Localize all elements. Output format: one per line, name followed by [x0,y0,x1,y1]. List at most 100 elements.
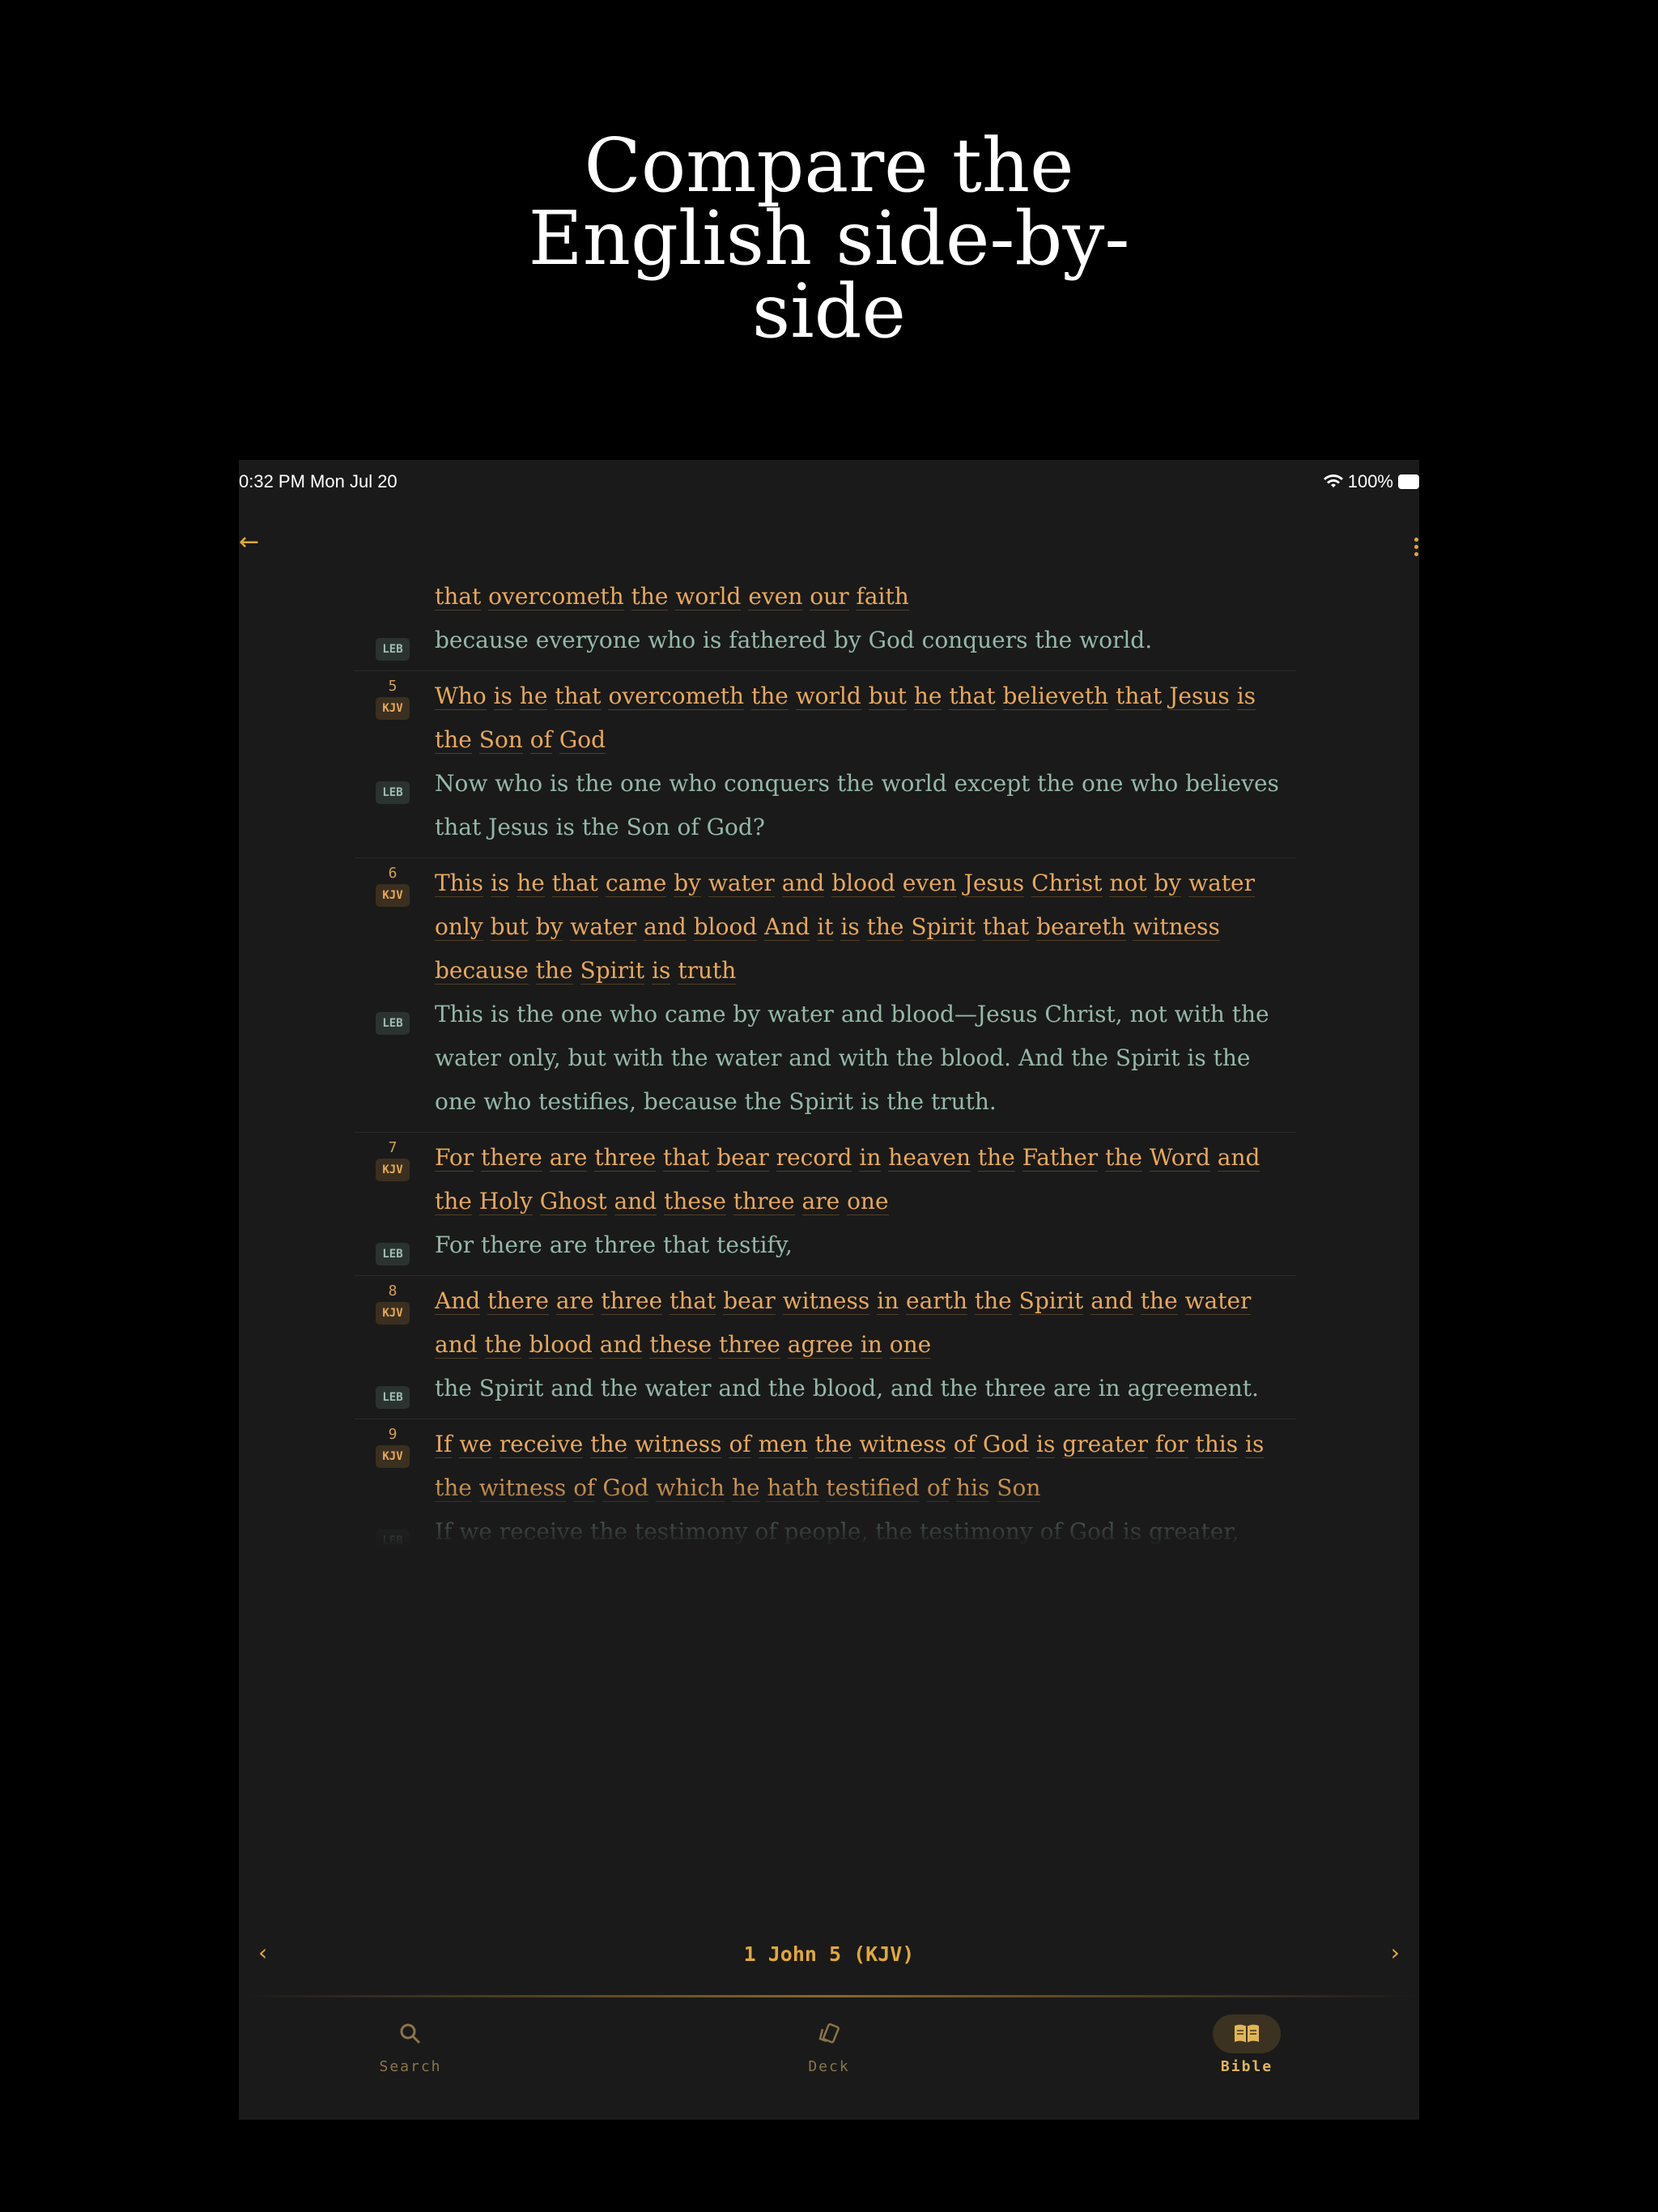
kjv-word[interactable]: world [795,683,861,710]
kjv-word[interactable]: that [949,683,996,710]
kjv-word[interactable]: the [590,1431,628,1458]
kjv-word[interactable]: and [644,913,687,941]
kjv-word[interactable]: even [748,583,803,610]
kjv-word[interactable]: water [570,913,637,941]
kjv-word[interactable]: three [733,1188,795,1215]
kjv-word[interactable]: he [519,683,548,710]
kjv-word[interactable]: the [435,1474,472,1502]
kjv-word[interactable]: this [1195,1431,1239,1458]
kjv-word[interactable]: overcometh [488,583,624,610]
kjv-word[interactable]: And [435,1287,481,1315]
kjv-word[interactable]: that [551,870,598,897]
kjv-word[interactable]: and [599,1331,643,1359]
kjv-word[interactable]: witness [1133,913,1220,941]
kjv-word[interactable]: are [555,1287,594,1315]
kjv-word[interactable]: the [977,1144,1015,1172]
kjv-word[interactable]: the [866,913,904,941]
kjv-word[interactable]: Spirit [580,957,645,985]
kjv-word[interactable]: is [1036,1431,1056,1458]
kjv-word[interactable]: water [708,870,775,897]
kjv-word[interactable]: one [889,1331,932,1359]
kjv-word[interactable]: of [529,726,552,754]
verse-block[interactable]: 5 KJV Who is he that overcometh the world … [355,671,1296,858]
kjv-word[interactable]: only [435,913,483,941]
tab-deck[interactable]: Deck [748,1998,910,2075]
back-arrow-icon[interactable]: ← [239,528,259,556]
kjv-word[interactable]: Father [1022,1144,1099,1172]
kjv-word[interactable]: three [594,1144,657,1172]
kjv-word[interactable]: by [674,870,701,897]
kjv-word[interactable]: and [435,1331,478,1359]
kjv-word[interactable]: hath [767,1474,819,1502]
kjv-word[interactable]: Ghost [539,1188,607,1215]
kjv-word[interactable]: witness [859,1431,946,1458]
kjv-word[interactable]: his [956,1474,990,1502]
kjv-word[interactable]: beareth [1036,913,1126,941]
chevron-right-icon[interactable]: › [1391,1939,1400,1966]
kjv-word[interactable]: that [663,1144,710,1172]
kjv-word[interactable]: it [817,913,834,941]
kjv-word[interactable]: Holy [478,1188,533,1215]
kjv-word[interactable]: he [913,683,942,710]
tab-search[interactable]: Search [329,1998,491,2075]
kjv-word[interactable]: is [493,683,512,710]
verse-block[interactable]: 7 KJV For there are three that bear record… [355,1133,1296,1276]
kjv-word[interactable]: by [535,913,563,941]
verse-list[interactable]: that overcometh the world even our faith… [355,572,1296,1547]
kjv-word[interactable]: but [490,913,529,941]
kjv-word[interactable]: testified [826,1474,920,1502]
kjv-word[interactable]: Jesus [1169,683,1230,710]
kjv-word[interactable]: and [614,1188,657,1215]
kjv-word[interactable]: heaven [888,1144,971,1172]
kjv-word[interactable]: blood [529,1331,593,1359]
kjv-word[interactable]: God [982,1431,1030,1458]
kjv-word[interactable]: but [868,683,907,710]
kjv-word[interactable]: even [902,870,957,897]
kjv-word[interactable]: one [847,1188,889,1215]
kjv-word[interactable]: that [555,683,602,710]
kjv-word[interactable]: blood [693,913,758,941]
kjv-word[interactable]: This [435,870,484,897]
kjv-word[interactable]: greater [1062,1431,1149,1458]
kjv-word[interactable]: the [1140,1287,1178,1315]
kjv-word[interactable]: truth [678,957,737,985]
kjv-word[interactable]: in [860,1331,882,1359]
kjv-word[interactable]: water [1188,870,1255,897]
kjv-word[interactable]: three [601,1287,663,1315]
kjv-word[interactable]: witness [635,1431,722,1458]
kjv-word[interactable]: our [810,583,849,610]
kjv-word[interactable]: these [649,1331,712,1359]
kjv-word[interactable]: of [926,1474,950,1502]
verse-block[interactable]: that overcometh the world even our faith… [355,572,1296,671]
kjv-word[interactable]: is [490,870,510,897]
kjv-word[interactable]: God [602,1474,649,1502]
kjv-word[interactable]: that [982,913,1030,941]
verse-block[interactable]: 9 KJV If we receive the witness of men the… [355,1419,1296,1547]
chapter-title[interactable]: 1 John 5 (KJV) [239,1942,1419,1966]
kjv-word[interactable]: is [1236,683,1256,710]
kjv-word[interactable]: believeth [1002,683,1109,710]
kjv-word[interactable]: Jesus [963,870,1025,897]
kjv-word[interactable]: that [435,583,482,610]
kjv-word[interactable]: Who [435,683,487,710]
verse-block[interactable]: 8 KJV And there are three that bear witnes… [355,1276,1296,1419]
kjv-word[interactable]: we [459,1431,492,1458]
kjv-word[interactable]: the [435,1188,472,1215]
kjv-word[interactable]: there [487,1287,549,1315]
kjv-word[interactable]: earth [906,1287,967,1315]
kjv-word[interactable]: record [776,1144,852,1172]
kjv-word[interactable]: receive [499,1431,584,1458]
kjv-word[interactable]: and [1090,1287,1133,1315]
kjv-word[interactable]: blood [831,870,895,897]
kjv-word[interactable]: world [675,583,742,610]
kjv-word[interactable]: Word [1149,1144,1210,1172]
kjv-word[interactable]: and [1217,1144,1261,1172]
kjv-word[interactable]: and [781,870,825,897]
kjv-word[interactable]: men [758,1431,808,1458]
kjv-word[interactable]: water [1184,1287,1252,1315]
kjv-word[interactable]: three [719,1331,780,1359]
kjv-word[interactable]: is [1245,1431,1265,1458]
kjv-word[interactable]: If [435,1431,453,1458]
kjv-word[interactable]: the [435,726,472,754]
kjv-word[interactable]: of [573,1474,596,1502]
